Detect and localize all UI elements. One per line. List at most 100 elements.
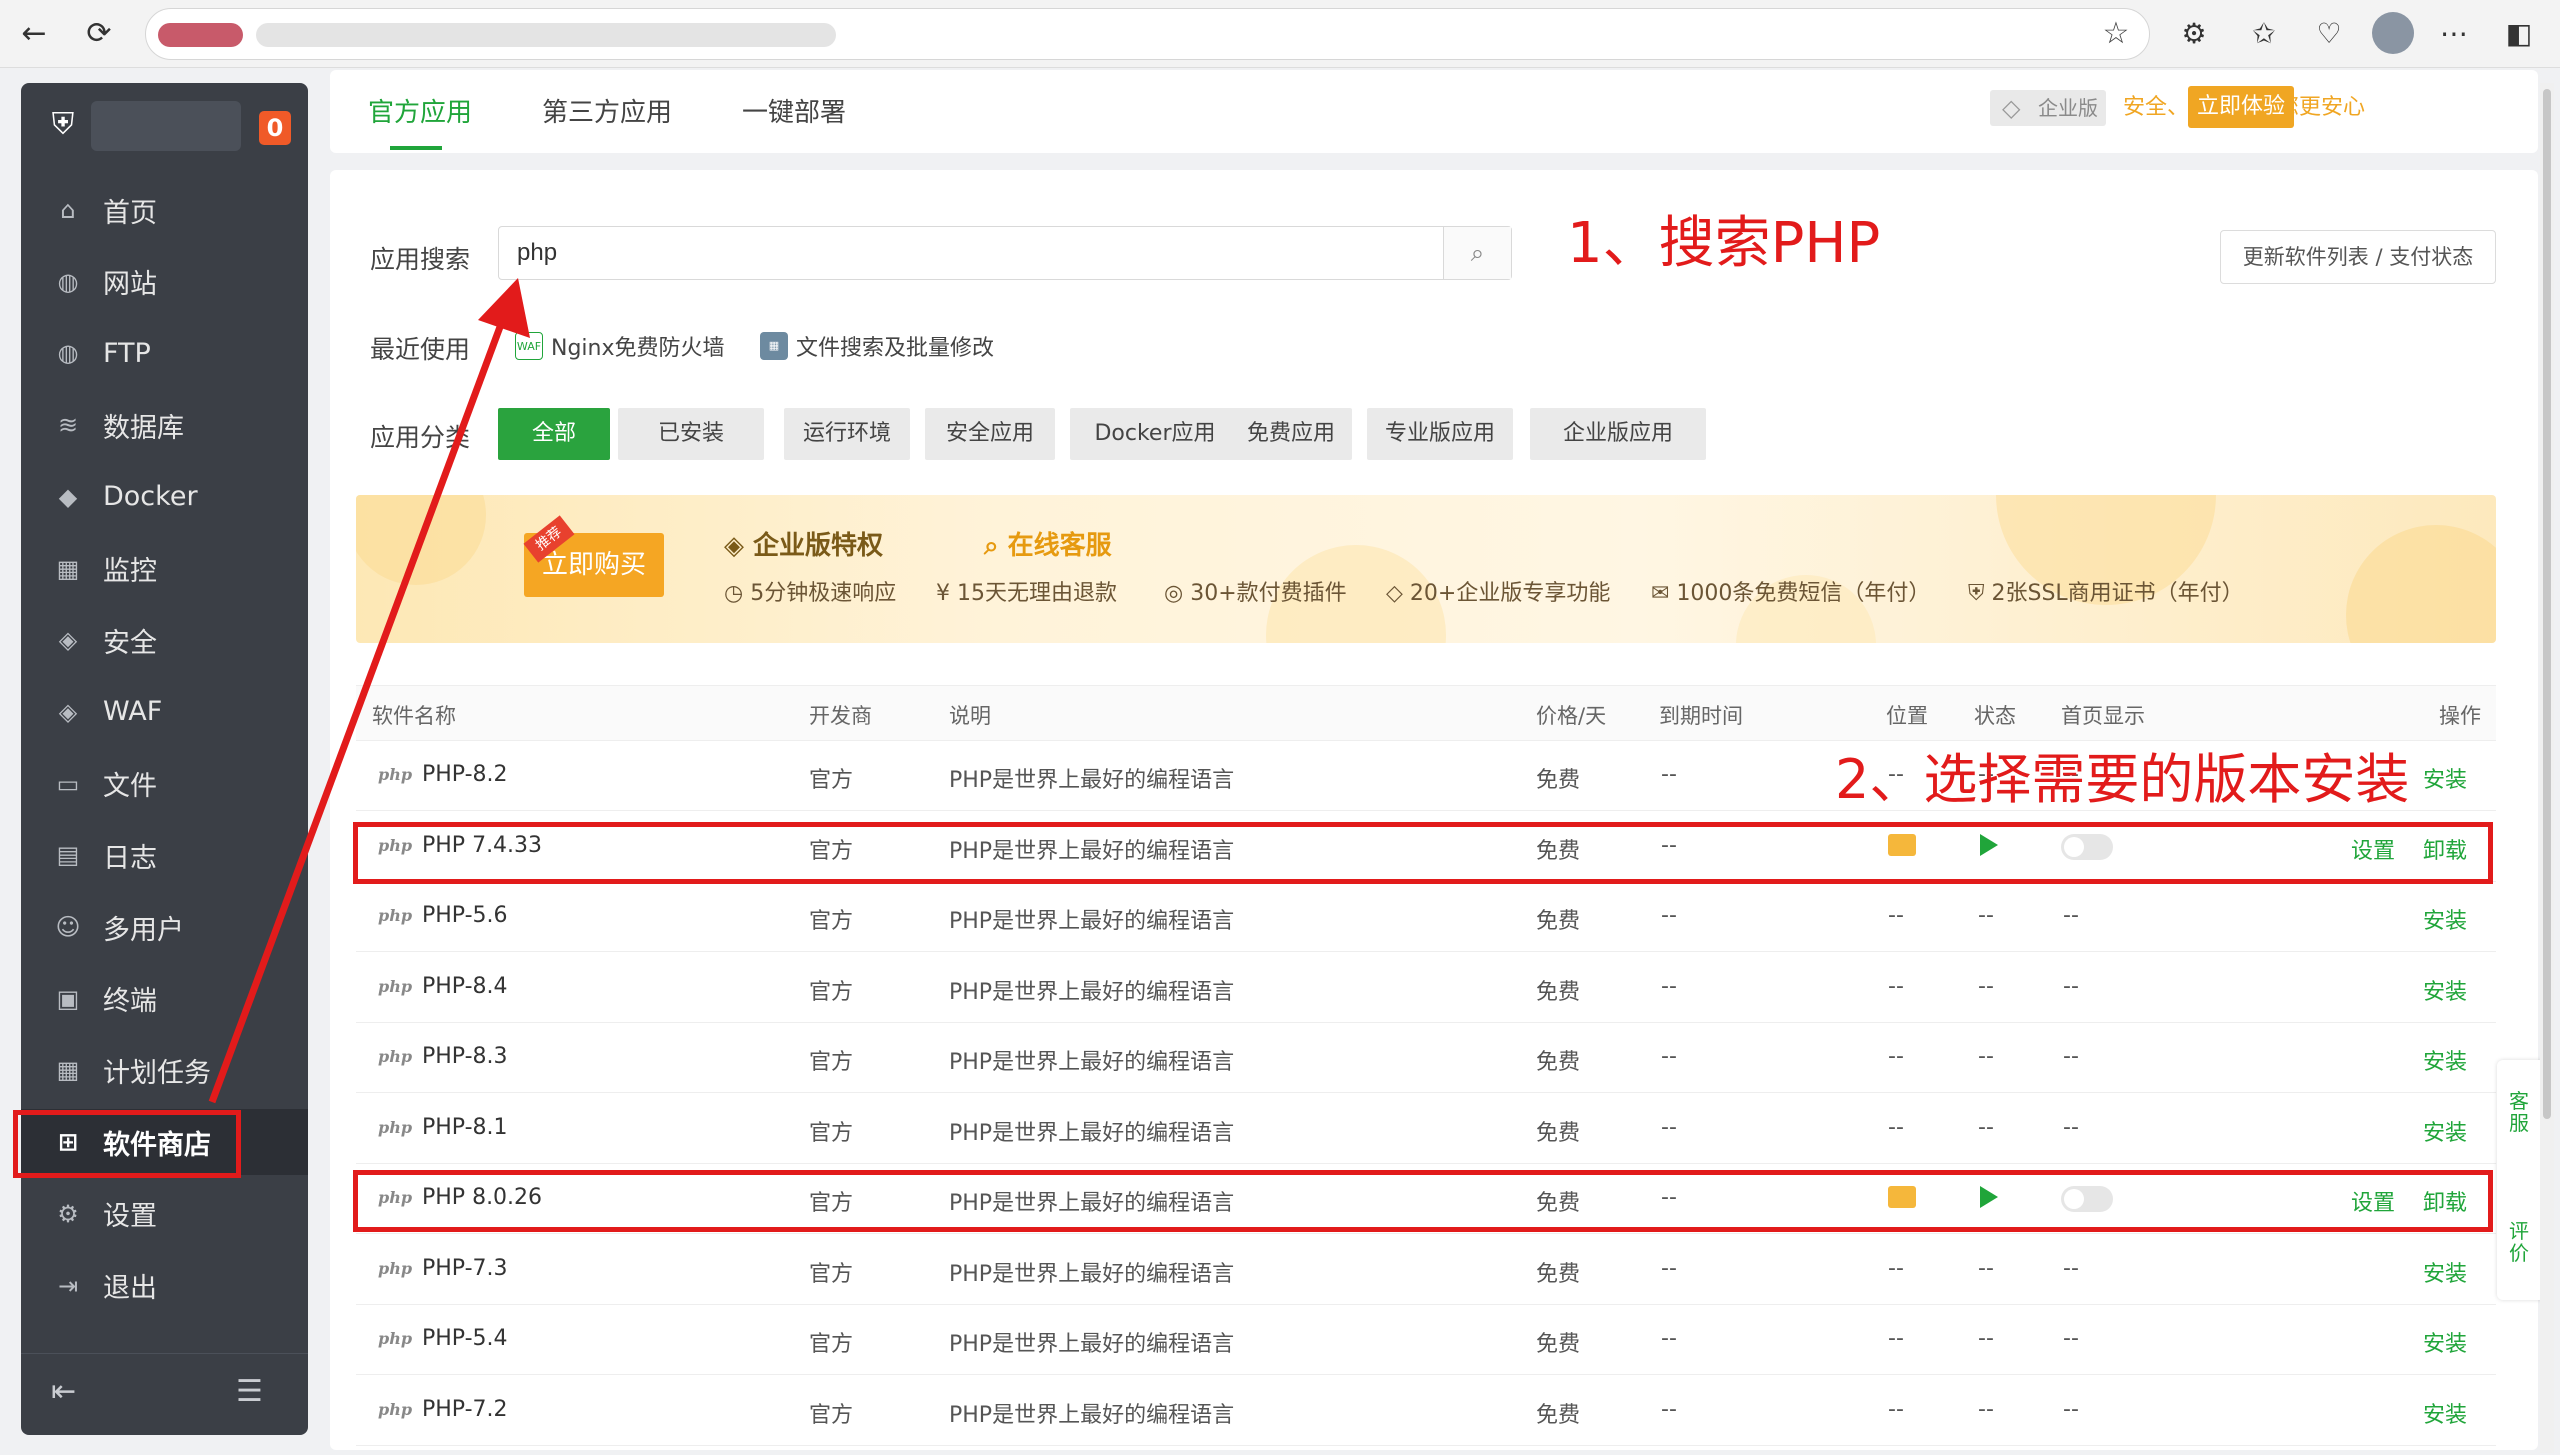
software-name: PHP-5.4: [422, 1326, 508, 1351]
sidebar-item-label: 终端: [103, 986, 157, 1018]
recent-item-nginx-waf[interactable]: WAF Nginx免费防火墙: [515, 330, 725, 362]
sidebar-item-multi-user[interactable]: ☺ 多用户: [21, 894, 308, 960]
tab-one-click-deploy[interactable]: 一键部署: [742, 92, 846, 129]
install-button[interactable]: 安装: [2423, 974, 2467, 1006]
sidebar-item-label: 设置: [103, 1201, 157, 1233]
sidebar-item-label: 数据库: [103, 412, 184, 444]
sidebar-item-settings[interactable]: ⚙ 设置: [21, 1181, 308, 1247]
health-icon[interactable]: ♡: [2305, 10, 2353, 58]
table-row: php PHP-7.2 官方 PHP是世界上最好的编程语言 免费 -- -- -- -- 安装: [356, 1376, 2496, 1446]
sidebar-item-logout[interactable]: ⇥ 退出: [21, 1253, 308, 1319]
expire-date: --: [1661, 1044, 1677, 1069]
php-logo-icon: php: [378, 1329, 413, 1348]
trial-button[interactable]: 立即体验: [2188, 86, 2294, 128]
sidebar-item-database[interactable]: ≋ 数据库: [21, 392, 308, 458]
bookmark-star-icon[interactable]: ☆: [2093, 11, 2139, 57]
sidebar-item-label: 日志: [103, 842, 157, 874]
online-service-link[interactable]: ⌕ 在线客服: [984, 525, 1112, 562]
status: --: [1978, 973, 1994, 999]
sidebar-item-website[interactable]: ◍ 网站: [21, 249, 308, 315]
page-scrollbar[interactable]: [2540, 83, 2554, 1453]
expire-date: --: [1661, 762, 1677, 787]
benefit-label: 2张SSL商用证书（年付）: [1991, 581, 2244, 606]
terminal-icon: ▣: [56, 984, 80, 1013]
column-header: 开发商: [809, 704, 872, 728]
benefit-label: 1000条免费短信（年付）: [1676, 581, 1931, 606]
category-enterprise[interactable]: 企业版应用: [1530, 408, 1706, 460]
home-display: --: [2063, 1326, 2079, 1351]
recent-item-file-search[interactable]: ▦ 文件搜索及批量修改: [760, 330, 994, 362]
update-list-button[interactable]: 更新软件列表 / 支付状态: [2220, 230, 2496, 284]
tab-official-apps[interactable]: 官方应用: [368, 92, 472, 129]
install-button[interactable]: 安装: [2423, 1256, 2467, 1288]
install-button[interactable]: 安装: [2423, 1044, 2467, 1076]
customer-service-button[interactable]: 客服: [2509, 1090, 2531, 1134]
sidebar-item-home[interactable]: ⌂ 首页: [21, 177, 308, 243]
sidebar-item-logs[interactable]: ▤ 日志: [21, 822, 308, 888]
install-button[interactable]: 安装: [2423, 1115, 2467, 1147]
home-display: --: [2063, 903, 2079, 928]
sidebar-item-monitor[interactable]: ▦ 监控: [21, 536, 308, 602]
sidebar-item-files[interactable]: ▭ 文件: [21, 751, 308, 817]
category-security[interactable]: 安全应用: [925, 408, 1055, 460]
install-button[interactable]: 安装: [2423, 1397, 2467, 1429]
recent-item-label: 文件搜索及批量修改: [796, 336, 995, 361]
list-icon[interactable]: ☰: [236, 1374, 263, 1409]
category-all[interactable]: 全部: [498, 408, 610, 460]
sidebar-toggle-icon[interactable]: ◧: [2495, 10, 2543, 58]
vendor: 官方: [809, 1261, 854, 1287]
sidebar-item-label: 退出: [103, 1273, 157, 1304]
back-icon[interactable]: ←: [10, 10, 58, 58]
review-button[interactable]: 评价: [2509, 1220, 2531, 1264]
php-logo-icon: php: [378, 1117, 413, 1137]
cron-icon: ▦: [56, 1056, 80, 1085]
sidebar-item-waf[interactable]: ◈ WAF: [21, 679, 308, 745]
profile-avatar[interactable]: [2372, 12, 2414, 54]
scrollbar-thumb[interactable]: [2543, 89, 2551, 1119]
category-pro[interactable]: 专业版应用: [1367, 408, 1513, 460]
search-input[interactable]: [499, 227, 1445, 279]
sidebar-item-terminal[interactable]: ▣ 终端: [21, 966, 308, 1032]
column-header: 操作: [2439, 704, 2481, 728]
sidebar-item-ftp[interactable]: ◍ FTP: [21, 320, 308, 386]
browser-toolbar: ← ⟳ ☆ ⚙ ✩ ♡ ⋯ ◧: [0, 0, 2560, 68]
category-installed[interactable]: 已安装: [618, 408, 764, 460]
install-button[interactable]: 安装: [2423, 762, 2467, 794]
favorites-icon[interactable]: ✩: [2240, 10, 2288, 58]
benefit-item: ◎ 30+款付费插件: [1164, 581, 1347, 606]
enterprise-badge-label: 企业版: [2038, 96, 2098, 120]
annotation-box-php80: [353, 1170, 2493, 1232]
status: --: [1978, 1044, 1994, 1069]
php-logo-icon: php: [378, 976, 413, 996]
notification-badge[interactable]: 0: [259, 111, 291, 145]
extensions-icon[interactable]: ⚙: [2170, 10, 2218, 58]
logs-icon: ▤: [56, 841, 80, 870]
expire-date: --: [1661, 903, 1677, 928]
diamond-icon: ◇: [2002, 94, 2021, 122]
table-header: 软件名称 开发商 说明 价格/天 到期时间 位置 状态 首页显示 操作: [356, 685, 2496, 741]
vendor: 官方: [809, 768, 854, 793]
monitor-icon: ▦: [56, 554, 80, 583]
annotation-step1: 1、搜索PHP: [1567, 211, 1881, 276]
status: --: [1978, 903, 1994, 928]
address-bar[interactable]: ☆: [145, 8, 2150, 60]
more-menu-icon[interactable]: ⋯: [2430, 10, 2478, 58]
install-button[interactable]: 安装: [2423, 903, 2467, 935]
category-docker[interactable]: Docker应用: [1070, 408, 1240, 460]
search-icon[interactable]: ⌕: [1443, 227, 1511, 279]
sidebar-item-docker[interactable]: ◆ Docker: [21, 464, 308, 530]
waf-icon: ◈: [58, 697, 78, 726]
reload-icon[interactable]: ⟳: [75, 10, 123, 58]
category-free[interactable]: 免费应用: [1230, 408, 1352, 460]
column-header: 首页显示: [2061, 704, 2145, 728]
search-box: ⌕: [498, 226, 1512, 280]
php-logo-icon: php: [378, 1399, 413, 1419]
category-runtime[interactable]: 运行环境: [784, 408, 910, 460]
install-button[interactable]: 安装: [2423, 1326, 2467, 1358]
collapse-icon[interactable]: ⇤: [51, 1374, 76, 1409]
online-service-label: 在线客服: [1007, 531, 1112, 561]
tab-third-party-apps[interactable]: 第三方应用: [542, 92, 672, 129]
sidebar-item-cron[interactable]: ▦ 计划任务: [21, 1037, 308, 1103]
vendor: 官方: [809, 1120, 854, 1146]
sidebar-item-security[interactable]: ◈ 安全: [21, 607, 308, 673]
